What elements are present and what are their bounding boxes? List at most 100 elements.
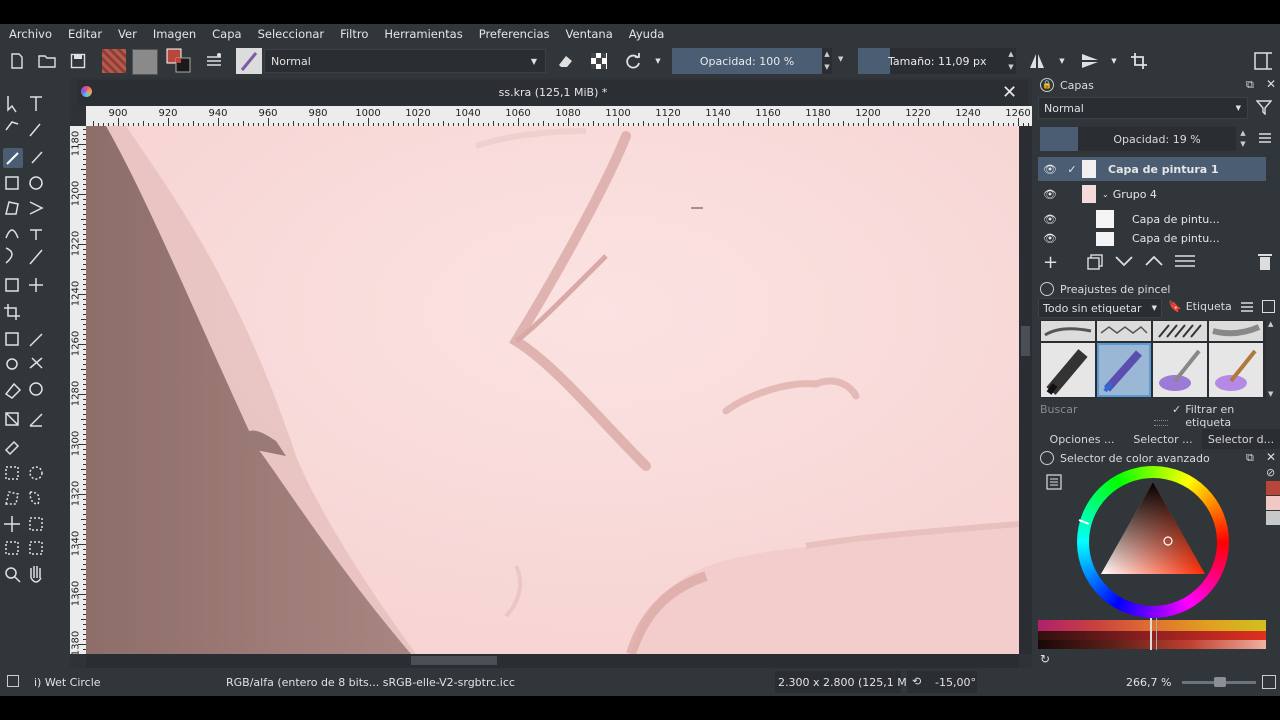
rotation-box[interactable]: ⟲ -15,00°	[907, 671, 977, 693]
mirror-horizontal-icon[interactable]	[1028, 52, 1046, 70]
fg-bg-color-icon[interactable]	[166, 48, 192, 74]
brush-preset-icon[interactable]	[236, 48, 262, 74]
gradient-preset-icon[interactable]	[102, 49, 126, 73]
tab-tool-options[interactable]: Opciones ...	[1040, 429, 1124, 449]
tag-filter-select[interactable]: Todo sin etiquetar ▼	[1038, 298, 1162, 318]
tab-selector-1[interactable]: Selector ...	[1126, 429, 1200, 449]
float-panel-icon[interactable]: ⧉	[1246, 451, 1254, 465]
brush-preset-tile[interactable]	[1153, 321, 1207, 341]
lock-icon[interactable]	[1040, 451, 1054, 465]
chevron-down-icon[interactable]: ▼	[652, 52, 664, 70]
refresh-icon[interactable]: ↻	[1040, 652, 1050, 666]
color-settings-icon[interactable]	[1046, 474, 1062, 493]
freehand-brush-tool[interactable]	[3, 148, 23, 168]
menu-item[interactable]: Herramientas	[376, 27, 470, 41]
opacity-slider[interactable]: Opacidad: 100 %	[672, 48, 822, 74]
menu-item[interactable]: Archivo	[0, 27, 60, 41]
menu-item[interactable]: Seleccionar	[250, 27, 333, 41]
brush-preset-tile[interactable]	[1041, 321, 1095, 341]
brush-preset-tile[interactable]	[1041, 343, 1095, 397]
eye-icon[interactable]: 👁	[1038, 163, 1062, 176]
menu-item[interactable]: Ver	[110, 27, 145, 41]
mirror-vertical-icon[interactable]	[1080, 52, 1098, 70]
eye-icon[interactable]: 👁	[1038, 188, 1062, 201]
menu-item[interactable]: Imagen	[145, 27, 204, 41]
layer-properties-icon[interactable]	[1174, 254, 1196, 271]
preset-scrollbar[interactable]: ▲ ▼	[1268, 320, 1278, 398]
float-panel-icon[interactable]: ⧉	[1246, 78, 1254, 92]
workspace-icon[interactable]	[1254, 52, 1272, 70]
alpha-lock-icon[interactable]	[590, 52, 608, 70]
color-slider-saturation[interactable]	[1038, 631, 1266, 640]
layer-opacity-slider[interactable]: Opacidad: 19 %	[1078, 127, 1236, 151]
lock-icon[interactable]: 🔒	[1040, 78, 1054, 92]
drawing-canvas[interactable]	[86, 126, 1019, 654]
close-panel-icon[interactable]: ✕	[1266, 77, 1276, 91]
eye-icon[interactable]: 👁	[1038, 232, 1062, 245]
chevron-down-icon[interactable]: ▼	[838, 55, 843, 63]
tab-selector-2[interactable]: Selector d...	[1202, 429, 1280, 449]
checkmark-icon[interactable]: ✓	[1062, 163, 1082, 176]
brush-preset-tile[interactable]	[1097, 321, 1151, 341]
tag-button[interactable]: 🔖 Etiqueta	[1168, 300, 1232, 313]
color-profile[interactable]: RGB/alfa (entero de 8 bits... sRGB-elle-…	[226, 676, 515, 689]
open-document-icon[interactable]	[38, 52, 56, 70]
menu-icon[interactable]	[1258, 132, 1272, 147]
recent-color-swatch[interactable]	[1266, 481, 1280, 495]
chevron-down-icon[interactable]: ▼	[1056, 52, 1068, 70]
new-document-icon[interactable]	[8, 52, 26, 70]
menu-item[interactable]: Ayuda	[621, 27, 673, 41]
menu-item[interactable]: Capa	[204, 27, 249, 41]
layer-opacity-spinner[interactable]: ▲ ▼	[1238, 128, 1248, 150]
close-panel-icon[interactable]: ✕	[1266, 450, 1276, 464]
color-slider-hue[interactable]	[1038, 620, 1266, 631]
duplicate-layer-icon[interactable]	[1086, 254, 1104, 273]
chevron-down-icon[interactable]: ▼	[1108, 52, 1120, 70]
layer-row[interactable]: 👁 Capa de pintu...	[1038, 232, 1266, 246]
splitter-handle[interactable]	[1154, 420, 1168, 426]
recent-color-swatch[interactable]	[1266, 496, 1280, 510]
zoom-level[interactable]: 266,7 %	[1126, 676, 1171, 689]
save-document-icon[interactable]	[69, 52, 87, 70]
wrap-around-icon[interactable]	[1130, 52, 1148, 70]
preset-search-input[interactable]: Buscar	[1040, 403, 1166, 419]
expand-panel-icon[interactable]	[1262, 300, 1275, 313]
color-slider-value[interactable]	[1038, 640, 1266, 649]
chevron-down-icon[interactable]: ⌄	[1102, 190, 1109, 199]
scrollbar-thumb[interactable]	[1021, 326, 1030, 356]
document-tab[interactable]: ss.kra (125,1 MiB) * ✕	[78, 80, 1028, 106]
recent-color-swatch[interactable]	[1266, 511, 1280, 525]
size-spinner[interactable]: ▲ ▼	[1006, 48, 1016, 74]
zoom-slider-handle[interactable]	[1214, 677, 1226, 687]
brush-settings-icon[interactable]	[205, 52, 223, 70]
filter-icon[interactable]	[1255, 99, 1273, 118]
filter-in-tag-checkbox[interactable]: ✓ Filtrar en etiqueta	[1172, 403, 1280, 429]
brush-preset-tile-selected[interactable]	[1097, 343, 1151, 397]
list-view-icon[interactable]	[1240, 301, 1254, 316]
color-slider-marker[interactable]	[1150, 618, 1152, 650]
brush-preset-tile[interactable]	[1153, 343, 1207, 397]
fullscreen-icon[interactable]	[1262, 675, 1276, 689]
vertical-scrollbar[interactable]	[1019, 126, 1032, 654]
layer-row[interactable]: 👁 ⌄ Grupo 4	[1038, 182, 1266, 206]
menu-item[interactable]: Editar	[60, 27, 110, 41]
move-layer-down-icon[interactable]	[1114, 254, 1134, 271]
delete-layer-icon[interactable]	[1257, 253, 1273, 274]
pattern-preset-icon[interactable]	[132, 49, 158, 75]
menu-item[interactable]: Preferencias	[471, 27, 558, 41]
layer-blend-mode-select[interactable]: Normal ▼	[1038, 97, 1248, 119]
opacity-spinner[interactable]: ▲ ▼	[822, 48, 832, 74]
zoom-slider[interactable]	[1182, 677, 1256, 687]
clear-color-icon[interactable]: ⊘	[1266, 466, 1275, 479]
close-document-icon[interactable]: ✕	[1002, 82, 1017, 103]
scrollbar-thumb[interactable]	[411, 656, 497, 665]
lock-icon[interactable]	[1040, 282, 1054, 296]
color-triangle[interactable]	[1077, 466, 1229, 618]
horizontal-scrollbar[interactable]	[86, 654, 1019, 668]
add-layer-icon[interactable]: +	[1043, 252, 1058, 273]
layer-row[interactable]: 👁 ✓ Capa de pintura 1	[1038, 157, 1266, 181]
eraser-icon[interactable]	[556, 52, 574, 70]
layer-row[interactable]: 👁 Capa de pintu...	[1038, 207, 1266, 231]
reload-preset-icon[interactable]	[624, 52, 642, 70]
eye-icon[interactable]: 👁	[1038, 213, 1062, 226]
